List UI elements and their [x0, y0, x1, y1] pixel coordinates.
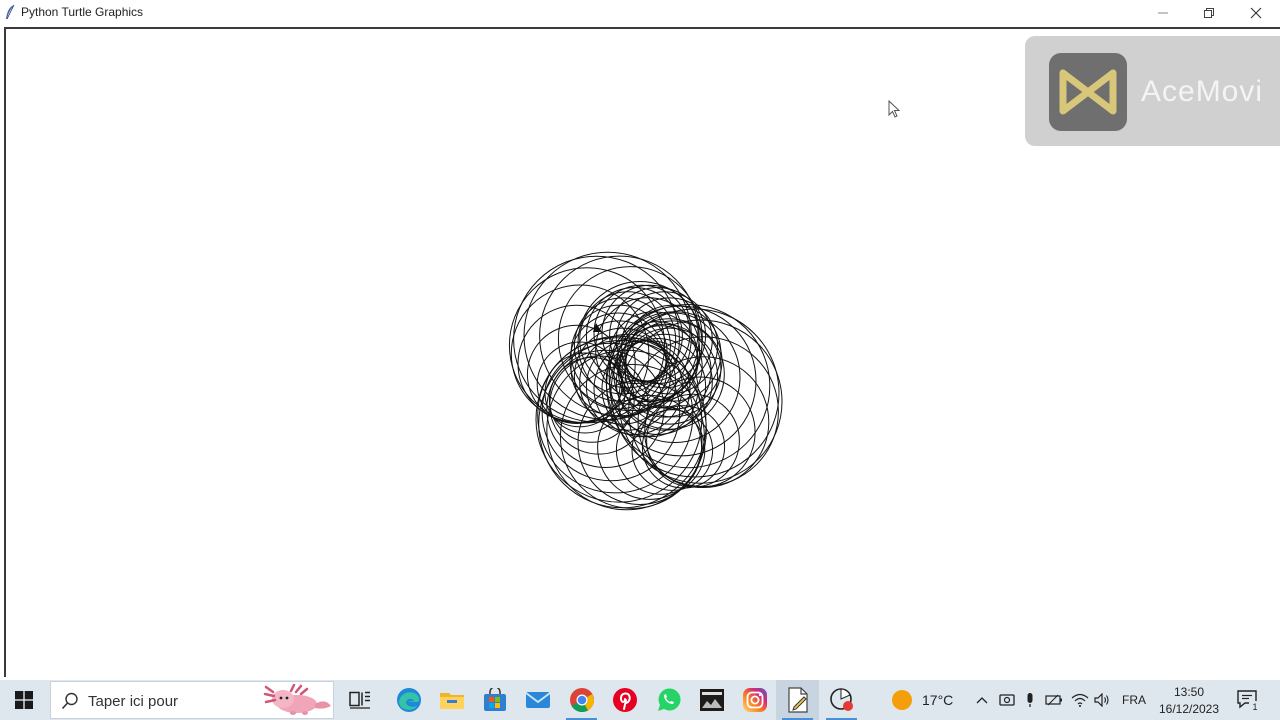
taskbar-app-pinterest[interactable] [603, 680, 646, 720]
clock[interactable]: 13:50 16/12/2023 [1152, 684, 1226, 718]
tray-meet-button[interactable] [997, 680, 1017, 720]
tray-volume-button[interactable] [1092, 680, 1112, 720]
microphone-icon [1027, 693, 1033, 707]
editor-icon [787, 687, 808, 713]
taskbar-app-photo[interactable] [690, 680, 733, 720]
task-view-button[interactable] [338, 680, 381, 720]
instagram-icon [742, 688, 767, 712]
feather-icon [6, 4, 15, 20]
taskbar: Taper ici pour 17°C FRA 13:50 16/12/2023… [0, 680, 1280, 720]
taskbar-app-edge[interactable] [387, 680, 430, 720]
close-button[interactable] [1233, 0, 1279, 25]
chevron-up-icon [976, 697, 988, 704]
minimize-button[interactable] [1140, 0, 1186, 25]
taskbar-app-file-explorer[interactable] [430, 680, 473, 720]
clock-time: 13:50 [1173, 685, 1205, 699]
window-title: Python Turtle Graphics [21, 5, 144, 19]
weather-temperature[interactable]: 17°C [922, 692, 953, 708]
acemovi-logo-icon [1059, 69, 1117, 115]
restore-icon [1204, 7, 1214, 18]
taskbar-app-recorder[interactable] [820, 680, 863, 720]
mail-icon [524, 692, 551, 708]
taskbar-app-mail[interactable] [516, 680, 559, 720]
taskbar-app-store[interactable] [473, 680, 516, 720]
minimize-icon [1158, 12, 1168, 13]
input-language[interactable]: FRA [1122, 693, 1146, 707]
pinterest-icon [612, 688, 637, 712]
tray-battery-button[interactable] [1044, 680, 1064, 720]
notification-count: 1 [1249, 701, 1261, 713]
windows-icon [15, 691, 33, 709]
restore-button[interactable] [1186, 0, 1232, 25]
search-box[interactable]: Taper ici pour [50, 681, 334, 719]
sun-icon [892, 690, 912, 710]
search-placeholder: Taper ici pour [88, 693, 179, 710]
chrome-icon [569, 688, 594, 713]
show-hidden-icons-button[interactable] [972, 680, 992, 720]
camera-icon [999, 694, 1015, 706]
recorder-icon [829, 688, 853, 711]
taskbar-app-editor[interactable] [776, 680, 819, 720]
weather-widget[interactable] [890, 680, 914, 720]
watermark-overlay: AceMovi [1025, 36, 1280, 146]
turtle-window: Python Turtle Graphics AceMovi [0, 0, 1280, 680]
start-button[interactable] [0, 680, 48, 720]
microsoft-store-icon [483, 688, 506, 711]
title-bar[interactable]: Python Turtle Graphics [0, 0, 1280, 25]
acemovi-logo [1049, 53, 1127, 131]
taskbar-app-chrome[interactable] [560, 680, 603, 720]
wifi-icon [1071, 693, 1089, 707]
whatsapp-icon [657, 688, 681, 711]
task-view-icon [348, 691, 370, 709]
mouse-cursor-icon [888, 100, 901, 118]
tray-network-button[interactable] [1070, 680, 1090, 720]
taskbar-app-instagram[interactable] [733, 680, 776, 720]
taskbar-app-whatsapp[interactable] [646, 680, 689, 720]
close-icon [1250, 7, 1262, 18]
axolotl-illustration-icon [263, 684, 331, 715]
watermark-brand: AceMovi [1141, 75, 1264, 108]
speaker-icon [1094, 693, 1109, 707]
search-icon [61, 692, 78, 710]
edge-icon [396, 688, 421, 712]
tray-microphone-button[interactable] [1021, 680, 1039, 720]
battery-icon [1045, 694, 1062, 706]
clock-date: 16/12/2023 [1158, 702, 1220, 716]
photo-app-icon [699, 689, 724, 711]
file-explorer-icon [439, 693, 464, 709]
